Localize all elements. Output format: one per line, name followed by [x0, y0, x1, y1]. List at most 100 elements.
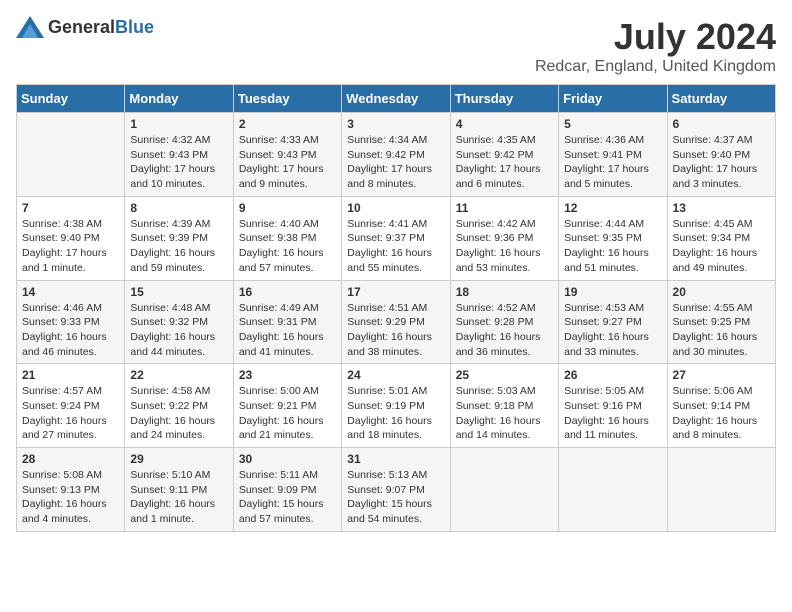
day-number: 20 [673, 285, 770, 299]
calendar-cell: 30Sunrise: 5:11 AM Sunset: 9:09 PM Dayli… [233, 448, 341, 532]
day-number: 3 [347, 117, 444, 131]
calendar-cell: 15 Sunrise: 4:48 AM Sunset: 9:32 PM Dayli… [125, 280, 233, 364]
calendar-cell: 14 Sunrise: 4:46 AM Sunset: 9:33 PM Dayli… [17, 280, 125, 364]
calendar-header-row: SundayMondayTuesdayWednesdayThursdayFrid… [17, 85, 776, 113]
day-number: 28 [22, 452, 119, 466]
day-number: 23 [239, 368, 336, 382]
cell-text: Sunrise: 4:32 AM Sunset: 9:43 PM Dayligh… [130, 133, 227, 192]
cell-text: Sunrise: 4:44 AM Sunset: 9:35 PM Dayligh… [564, 217, 661, 276]
cell-text: Sunrise: 4:45 AM Sunset: 9:34 PM Dayligh… [673, 217, 770, 276]
calendar-cell: 27 Sunrise: 5:06 AM Sunset: 9:14 PM Dayli… [667, 364, 775, 448]
logo: GeneralBlue [16, 16, 154, 38]
calendar-cell: 18 Sunrise: 4:52 AM Sunset: 9:28 PM Dayli… [450, 280, 558, 364]
cell-text: Sunrise: 5:03 AM Sunset: 9:18 PM Dayligh… [456, 384, 553, 443]
cell-text: Sunrise: 4:36 AM Sunset: 9:41 PM Dayligh… [564, 133, 661, 192]
calendar-cell: 4Sunrise: 4:35 AM Sunset: 9:42 PM Daylig… [450, 113, 558, 197]
cell-text: Sunrise: 5:13 AM Sunset: 9:07 PM Dayligh… [347, 468, 444, 527]
cell-text: Sunrise: 5:00 AM Sunset: 9:21 PM Dayligh… [239, 384, 336, 443]
cell-text: Sunrise: 5:06 AM Sunset: 9:14 PM Dayligh… [673, 384, 770, 443]
day-number: 14 [22, 285, 119, 299]
day-number: 7 [22, 201, 119, 215]
day-number: 22 [130, 368, 227, 382]
calendar-cell: 5 Sunrise: 4:36 AM Sunset: 9:41 PM Daylig… [559, 113, 667, 197]
day-number: 30 [239, 452, 336, 466]
day-number: 2 [239, 117, 336, 131]
calendar-cell: 2 Sunrise: 4:33 AM Sunset: 9:43 PM Daylig… [233, 113, 341, 197]
cell-text: Sunrise: 4:51 AM Sunset: 9:29 PM Dayligh… [347, 301, 444, 360]
calendar-cell: 24 Sunrise: 5:01 AM Sunset: 9:19 PM Dayli… [342, 364, 450, 448]
calendar-cell: 23 Sunrise: 5:00 AM Sunset: 9:21 PM Dayli… [233, 364, 341, 448]
calendar-cell: 31 Sunrise: 5:13 AM Sunset: 9:07 PM Dayli… [342, 448, 450, 532]
location-title: Redcar, England, United Kingdom [535, 58, 776, 76]
cell-text: Sunrise: 4:34 AM Sunset: 9:42 PM Dayligh… [347, 133, 444, 192]
logo-icon [16, 16, 44, 38]
calendar-cell: 12 Sunrise: 4:44 AM Sunset: 9:35 PM Dayli… [559, 196, 667, 280]
day-number: 8 [130, 201, 227, 215]
cell-text: Sunrise: 4:49 AM Sunset: 9:31 PM Dayligh… [239, 301, 336, 360]
cell-text: Sunrise: 4:58 AM Sunset: 9:22 PM Dayligh… [130, 384, 227, 443]
calendar-cell: 19Sunrise: 4:53 AM Sunset: 9:27 PM Dayli… [559, 280, 667, 364]
cell-text: Sunrise: 4:46 AM Sunset: 9:33 PM Dayligh… [22, 301, 119, 360]
cell-text: Sunrise: 5:01 AM Sunset: 9:19 PM Dayligh… [347, 384, 444, 443]
cell-text: Sunrise: 4:42 AM Sunset: 9:36 PM Dayligh… [456, 217, 553, 276]
cell-text: Sunrise: 4:35 AM Sunset: 9:42 PM Dayligh… [456, 133, 553, 192]
calendar-cell: 1 Sunrise: 4:32 AM Sunset: 9:43 PM Daylig… [125, 113, 233, 197]
header-cell-friday: Friday [559, 85, 667, 113]
header-cell-wednesday: Wednesday [342, 85, 450, 113]
day-number: 6 [673, 117, 770, 131]
logo-text-blue: Blue [115, 17, 154, 37]
month-title: July 2024 [535, 16, 776, 58]
calendar-cell: 20Sunrise: 4:55 AM Sunset: 9:25 PM Dayli… [667, 280, 775, 364]
cell-text: Sunrise: 4:39 AM Sunset: 9:39 PM Dayligh… [130, 217, 227, 276]
day-number: 21 [22, 368, 119, 382]
calendar-week-row: 14 Sunrise: 4:46 AM Sunset: 9:33 PM Dayli… [17, 280, 776, 364]
calendar-week-row: 21Sunrise: 4:57 AM Sunset: 9:24 PM Dayli… [17, 364, 776, 448]
cell-text: Sunrise: 4:33 AM Sunset: 9:43 PM Dayligh… [239, 133, 336, 192]
cell-text: Sunrise: 4:40 AM Sunset: 9:38 PM Dayligh… [239, 217, 336, 276]
day-number: 15 [130, 285, 227, 299]
calendar-cell: 3 Sunrise: 4:34 AM Sunset: 9:42 PM Daylig… [342, 113, 450, 197]
calendar-cell [17, 113, 125, 197]
calendar-cell: 11 Sunrise: 4:42 AM Sunset: 9:36 PM Dayli… [450, 196, 558, 280]
calendar-week-row: 1 Sunrise: 4:32 AM Sunset: 9:43 PM Daylig… [17, 113, 776, 197]
day-number: 29 [130, 452, 227, 466]
day-number: 16 [239, 285, 336, 299]
calendar-cell: 6Sunrise: 4:37 AM Sunset: 9:40 PM Daylig… [667, 113, 775, 197]
day-number: 11 [456, 201, 553, 215]
calendar-cell: 10Sunrise: 4:41 AM Sunset: 9:37 PM Dayli… [342, 196, 450, 280]
cell-text: Sunrise: 5:05 AM Sunset: 9:16 PM Dayligh… [564, 384, 661, 443]
title-block: July 2024 Redcar, England, United Kingdo… [535, 16, 776, 76]
calendar-cell: 9 Sunrise: 4:40 AM Sunset: 9:38 PM Daylig… [233, 196, 341, 280]
header-cell-thursday: Thursday [450, 85, 558, 113]
calendar-cell: 22 Sunrise: 4:58 AM Sunset: 9:22 PM Dayli… [125, 364, 233, 448]
day-number: 31 [347, 452, 444, 466]
calendar-cell: 8 Sunrise: 4:39 AM Sunset: 9:39 PM Daylig… [125, 196, 233, 280]
cell-text: Sunrise: 4:48 AM Sunset: 9:32 PM Dayligh… [130, 301, 227, 360]
calendar-cell: 28Sunrise: 5:08 AM Sunset: 9:13 PM Dayli… [17, 448, 125, 532]
header-cell-monday: Monday [125, 85, 233, 113]
day-number: 5 [564, 117, 661, 131]
day-number: 1 [130, 117, 227, 131]
calendar-week-row: 7 Sunrise: 4:38 AM Sunset: 9:40 PM Daylig… [17, 196, 776, 280]
header-cell-sunday: Sunday [17, 85, 125, 113]
calendar-cell: 26 Sunrise: 5:05 AM Sunset: 9:16 PM Dayli… [559, 364, 667, 448]
day-number: 18 [456, 285, 553, 299]
calendar-cell: 16 Sunrise: 4:49 AM Sunset: 9:31 PM Dayli… [233, 280, 341, 364]
calendar-week-row: 28Sunrise: 5:08 AM Sunset: 9:13 PM Dayli… [17, 448, 776, 532]
calendar-cell: 13 Sunrise: 4:45 AM Sunset: 9:34 PM Dayli… [667, 196, 775, 280]
day-number: 27 [673, 368, 770, 382]
calendar-cell: 25Sunrise: 5:03 AM Sunset: 9:18 PM Dayli… [450, 364, 558, 448]
header-cell-saturday: Saturday [667, 85, 775, 113]
calendar-cell [450, 448, 558, 532]
day-number: 13 [673, 201, 770, 215]
day-number: 9 [239, 201, 336, 215]
day-number: 26 [564, 368, 661, 382]
day-number: 24 [347, 368, 444, 382]
day-number: 10 [347, 201, 444, 215]
day-number: 12 [564, 201, 661, 215]
calendar-cell: 21Sunrise: 4:57 AM Sunset: 9:24 PM Dayli… [17, 364, 125, 448]
cell-text: Sunrise: 4:52 AM Sunset: 9:28 PM Dayligh… [456, 301, 553, 360]
day-number: 19 [564, 285, 661, 299]
cell-text: Sunrise: 4:38 AM Sunset: 9:40 PM Dayligh… [22, 217, 119, 276]
calendar-body: 1 Sunrise: 4:32 AM Sunset: 9:43 PM Daylig… [17, 113, 776, 532]
